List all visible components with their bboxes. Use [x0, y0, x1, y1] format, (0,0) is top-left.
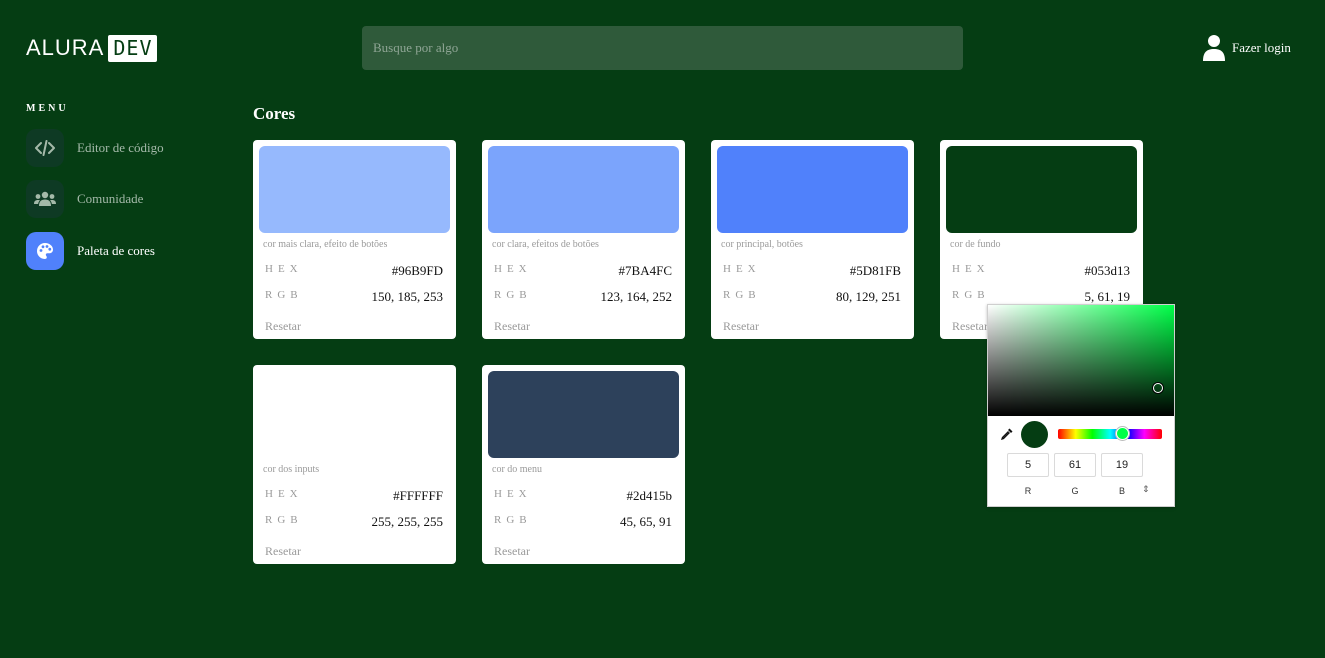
hex-value: #FFFFFF [393, 488, 443, 503]
rgb-label: RGB [952, 289, 990, 301]
reset-button[interactable]: Resetar [265, 544, 301, 559]
color-description: cor de fundo [950, 239, 1001, 250]
color-preview [1021, 421, 1048, 448]
sidebar-item-code-editor[interactable]: Editor de código [26, 129, 164, 167]
red-label: R [1024, 486, 1032, 496]
green-label: G [1071, 486, 1079, 496]
login-button[interactable]: Fazer login [1203, 34, 1291, 62]
color-card: cor clara, efeitos de botões HEX #7BA4FC… [482, 140, 685, 339]
reset-button[interactable]: Resetar [494, 544, 530, 559]
color-description: cor principal, botões [721, 239, 803, 250]
palette-icon [26, 232, 64, 270]
reset-button[interactable]: Resetar [265, 319, 301, 334]
color-description: cor dos inputs [263, 464, 320, 475]
color-swatch[interactable] [488, 371, 679, 458]
sidebar-item-label: Editor de código [77, 140, 164, 155]
sidebar-item-community[interactable]: Comunidade [26, 180, 143, 218]
hex-label: HEX [723, 263, 761, 275]
rgb-label: RGB [723, 289, 761, 301]
logo-badge: DEV [108, 34, 158, 62]
logo[interactable]: ALURA DEV [26, 34, 158, 62]
hex-value: #053d13 [1084, 263, 1131, 278]
user-icon [1203, 35, 1225, 61]
green-input[interactable] [1054, 453, 1096, 477]
color-swatch[interactable] [259, 371, 450, 458]
color-swatch[interactable] [259, 146, 450, 233]
color-description: cor clara, efeitos de botões [492, 239, 599, 250]
rgb-value: 5, 61, 19 [1084, 289, 1131, 304]
mode-toggle-icon[interactable]: ⇕ [1142, 485, 1150, 495]
hex-value: #5D81FB [849, 263, 901, 278]
rgb-label: RGB [494, 289, 532, 301]
color-swatch[interactable] [488, 146, 679, 233]
saturation-value-area[interactable] [988, 305, 1174, 416]
hex-label: HEX [265, 488, 303, 500]
reset-button[interactable]: Resetar [952, 319, 988, 334]
hex-value: #7BA4FC [618, 263, 672, 278]
color-swatch[interactable] [946, 146, 1137, 233]
red-input[interactable] [1007, 453, 1049, 477]
color-card: cor do menu HEX #2d415b RGB 45, 65, 91 R… [482, 365, 685, 564]
color-description: cor do menu [492, 464, 542, 475]
sidebar-item-label: Paleta de cores [77, 243, 155, 258]
search-input[interactable] [362, 26, 963, 70]
code-icon [26, 129, 64, 167]
blue-input[interactable] [1101, 453, 1143, 477]
color-card: cor dos inputs HEX #FFFFFF RGB 255, 255,… [253, 365, 456, 564]
rgb-label: RGB [265, 289, 303, 301]
hex-label: HEX [494, 263, 532, 275]
hex-value: #2d415b [626, 488, 673, 503]
saturation-handle[interactable] [1153, 383, 1163, 393]
logo-text: ALURA [26, 35, 105, 60]
sidebar-item-label: Comunidade [77, 191, 144, 206]
color-card: cor principal, botões HEX #5D81FB RGB 80… [711, 140, 914, 339]
rgb-label: RGB [265, 514, 303, 526]
hue-handle[interactable] [1116, 427, 1129, 440]
rgb-value: 255, 255, 255 [371, 514, 444, 529]
color-description: cor mais clara, efeito de botões [263, 239, 388, 250]
rgb-value: 45, 65, 91 [620, 514, 672, 529]
menu-title: MENU [26, 103, 69, 114]
reset-button[interactable]: Resetar [494, 319, 530, 334]
sidebar-item-color-palette[interactable]: Paleta de cores [26, 232, 155, 270]
rgb-value: 80, 129, 251 [836, 289, 901, 304]
color-card: cor mais clara, efeito de botões HEX #96… [253, 140, 456, 339]
hex-label: HEX [494, 488, 532, 500]
rgb-value: 150, 185, 253 [371, 289, 444, 304]
color-swatch[interactable] [717, 146, 908, 233]
hex-label: HEX [265, 263, 303, 275]
login-label: Fazer login [1232, 40, 1291, 55]
hex-value: #96B9FD [391, 263, 443, 278]
rgb-label: RGB [494, 514, 532, 526]
page-title: Cores [253, 104, 296, 123]
users-icon [26, 180, 64, 218]
color-picker: R G B ⇕ [987, 304, 1175, 507]
blue-label: B [1118, 486, 1125, 496]
reset-button[interactable]: Resetar [723, 319, 759, 334]
eyedropper-icon[interactable] [1000, 427, 1014, 441]
hue-slider[interactable] [1058, 427, 1162, 440]
rgb-value: 123, 164, 252 [600, 289, 673, 304]
hex-label: HEX [952, 263, 990, 275]
